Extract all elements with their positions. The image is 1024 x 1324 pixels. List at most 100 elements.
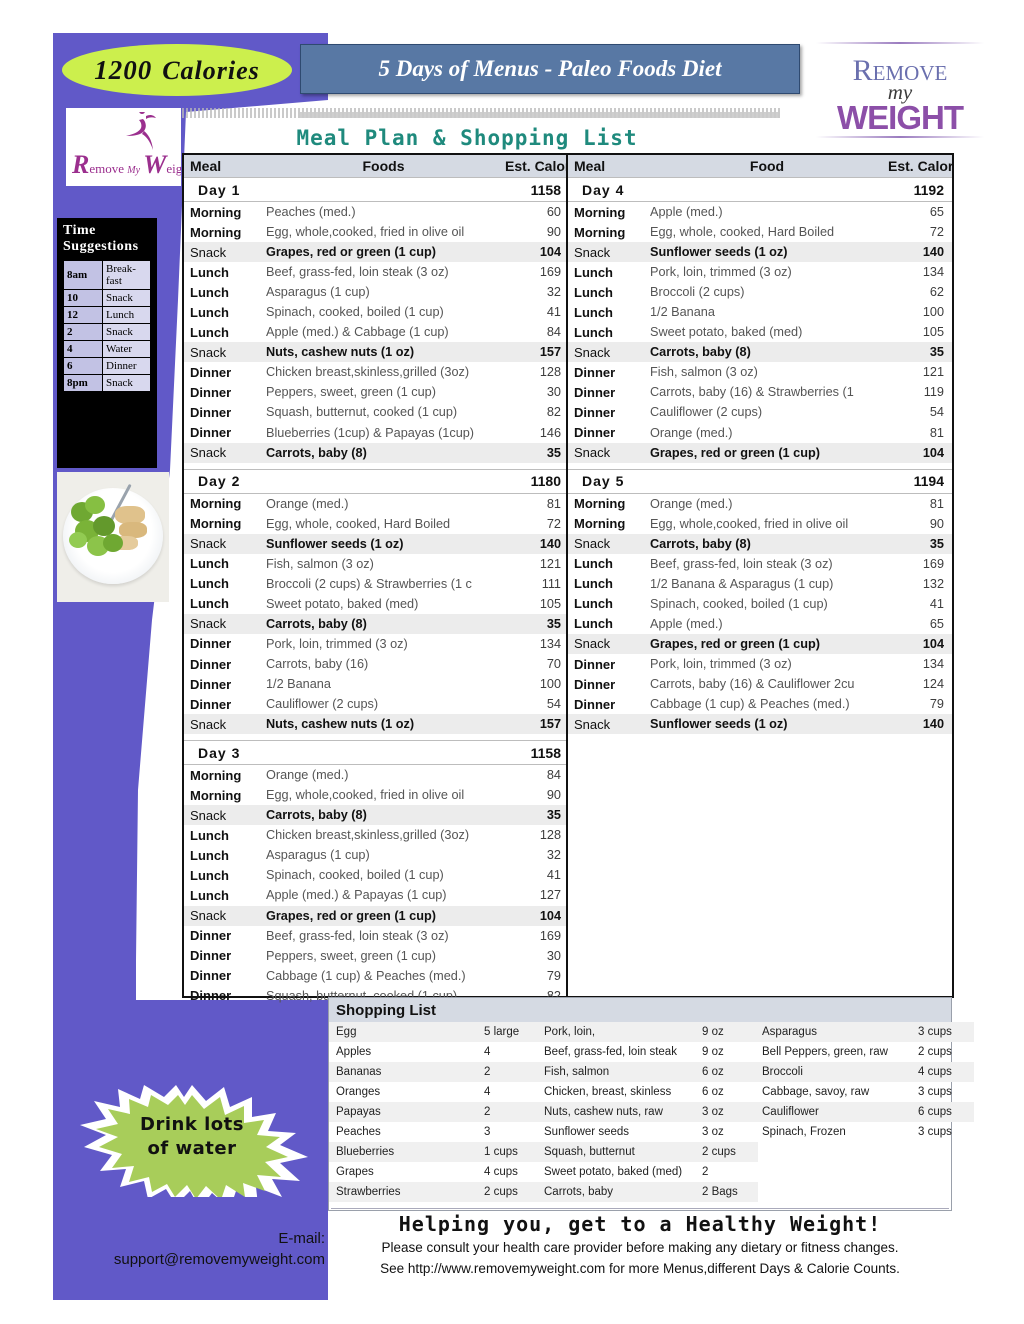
header-food: Food — [648, 155, 886, 178]
meal-row: Dinner Chicken breast,skinless,grilled (3… — [184, 362, 569, 382]
day-header-row: Day 5 1194 — [568, 468, 952, 494]
food-name: Carrots, baby (16) — [266, 657, 369, 671]
meal-type: Snack — [568, 714, 648, 735]
brand-logo: Remove my WEIGHT — [810, 40, 990, 145]
meal-row: Lunch Spinach, cooked, boiled (1 cup) 41 — [184, 302, 569, 322]
food-calories: 41 — [929, 596, 944, 611]
meal-type: Lunch — [190, 827, 229, 843]
shopping-item-quantity: 9 oz — [702, 1046, 724, 1058]
shopping-item-quantity: 3 — [484, 1126, 491, 1138]
footer-divider — [331, 1208, 949, 1209]
food-calories: 104 — [503, 905, 569, 926]
food-name: Sunflower seeds (1 oz) — [264, 533, 503, 554]
food-name: Peppers, sweet, green (1 cup) — [266, 948, 436, 963]
food-name: Apple (med.) & Cabbage (1 cup) — [266, 325, 449, 340]
day-label: Day 5 — [568, 468, 648, 494]
day-label: Day 1 — [184, 177, 264, 202]
decorative-dotted-rule-2 — [300, 112, 780, 118]
food-calories: 127 — [539, 888, 561, 903]
meal-type: Morning — [574, 224, 626, 240]
meal-row: Morning Orange (med.) 81 — [568, 493, 952, 514]
meal-type: Snack — [568, 342, 648, 363]
meal-type: Morning — [190, 516, 242, 532]
food-name: Spinach, cooked, boiled (1 cup) — [266, 868, 444, 883]
food-name: Cabbage (1 cup) & Peaches (med.) — [650, 697, 850, 712]
shopping-item-quantity: 3 cups — [918, 1126, 952, 1138]
food-calories: 81 — [929, 425, 944, 440]
food-name: Egg, whole,cooked, fried in olive oil — [266, 225, 465, 240]
day-total-calories: 1194 — [886, 468, 952, 494]
meal-row: Snack Sunflower seeds (1 oz) 140 — [568, 242, 952, 263]
food-calories: 72 — [546, 516, 561, 531]
meal-row: Snack Grapes, red or green (1 cup) 104 — [184, 905, 569, 926]
meal-type: Lunch — [190, 887, 229, 903]
food-name: Egg, whole,cooked, fried in olive oil — [650, 516, 849, 531]
meal-type: Lunch — [574, 284, 613, 300]
day-total-calories: 1158 — [503, 740, 569, 766]
email-address[interactable]: support@removemyweight.com — [57, 1249, 325, 1270]
food-calories: 104 — [886, 633, 952, 654]
meal-row: Lunch Apple (med.) & Papayas (1 cup) 127 — [184, 885, 569, 905]
meal-row: Lunch Asparagus (1 cup) 32 — [184, 845, 569, 865]
shopping-item-name: Fish, salmon — [540, 1062, 698, 1082]
food-calories: 169 — [922, 556, 944, 571]
day-spacer-cell — [264, 468, 503, 494]
day-label: Day 3 — [184, 740, 264, 766]
food-calories: 134 — [922, 657, 944, 671]
food-name: Sweet potato, baked (med) — [266, 596, 419, 611]
food-name: 1/2 Banana & Asparagus (1 cup) — [650, 576, 834, 591]
logo-eight: eight — [166, 161, 181, 176]
meal-row: Dinner Peppers, sweet, green (1 cup) 30 — [184, 382, 569, 402]
meal-type: Dinner — [190, 948, 232, 964]
meal-type: Morning — [574, 516, 626, 532]
time-value: 12 — [63, 306, 103, 325]
food-name: Grapes, red or green (1 cup) — [264, 242, 503, 263]
meal-row: Lunch 1/2 Banana 100 — [568, 302, 952, 322]
food-name: Broccoli (2 cups) — [650, 285, 745, 300]
day-spacer-cell — [264, 740, 503, 766]
meal-type: Dinner — [190, 425, 232, 441]
food-name: Peaches (med.) — [266, 205, 356, 220]
meal-row: Dinner Cabbage (1 cup) & Peaches (med.) 79 — [184, 966, 569, 986]
meal-type: Lunch — [190, 847, 229, 863]
shopping-item-quantity: 4 cups — [914, 1062, 974, 1082]
meal-row: Dinner Pork, loin, trimmed (3 oz) 134 — [568, 654, 952, 674]
food-name: Orange (med.) — [650, 496, 733, 511]
meal-type: Snack — [184, 613, 264, 634]
meal-row: Dinner Squash, butternut, cooked (1 cup) 8… — [184, 402, 569, 422]
meal-row: Dinner Carrots, baby (16) & Strawberries … — [568, 382, 952, 402]
shopping-list-column-2: Pork, loin, 9 oz Beef, grass-fed, loin ste… — [540, 1022, 758, 1202]
shopping-item-name: Carrots, baby — [540, 1182, 698, 1202]
email-label: E-mail: — [278, 1230, 325, 1247]
time-value: 8am — [63, 260, 103, 291]
time-meal-label: Water — [102, 340, 151, 359]
meal-type: Lunch — [190, 304, 229, 320]
time-meal-label: Dinner — [102, 357, 151, 376]
food-name: Carrots, baby (8) — [648, 342, 886, 363]
calorie-badge-number: 1200 — [94, 54, 153, 85]
shopping-list-item: Egg 5 large — [329, 1022, 540, 1042]
footer-disclaimer-line2: See http://www.removemyweight.com for mo… — [380, 1261, 900, 1277]
shopping-list-item: Bananas 2 — [329, 1062, 540, 1082]
meal-type: Morning — [190, 204, 242, 220]
shopping-item-quantity: 3 cups — [918, 1086, 952, 1098]
day-header-row: Day 1 1158 — [184, 177, 569, 202]
meal-row: Snack Nuts, cashew nuts (1 oz) 157 — [184, 342, 569, 363]
shopping-list-item: Broccoli 4 cups — [758, 1062, 974, 1082]
day-header-row: Day 2 1180 — [184, 468, 569, 494]
food-name: Blueberries (1cup) & Papayas (1cup) — [266, 425, 475, 440]
shopping-list-item: Sunflower seeds 3 oz — [540, 1122, 758, 1142]
shopping-list-item: Cabbage, savoy, raw 3 cups — [758, 1082, 974, 1102]
meal-type: Lunch — [190, 556, 229, 572]
time-suggestion-row: 10 Snack — [63, 289, 151, 308]
meal-type: Morning — [190, 767, 242, 783]
meal-row: Snack Nuts, cashew nuts (1 oz) 157 — [184, 714, 569, 735]
food-name: Egg, whole,cooked, fried in olive oil — [266, 788, 465, 803]
meal-row: Lunch Beef, grass-fed, loin steak (3 oz) 1… — [568, 554, 952, 574]
food-name: Asparagus (1 cup) — [266, 285, 370, 300]
shopping-item-name: Apples — [336, 1046, 372, 1058]
meal-type: Lunch — [574, 596, 613, 612]
meal-row: Morning Egg, whole, cooked, Hard Boiled 72 — [184, 514, 569, 534]
meal-row: Snack Sunflower seeds (1 oz) 140 — [568, 714, 952, 735]
meal-type: Dinner — [190, 364, 232, 380]
